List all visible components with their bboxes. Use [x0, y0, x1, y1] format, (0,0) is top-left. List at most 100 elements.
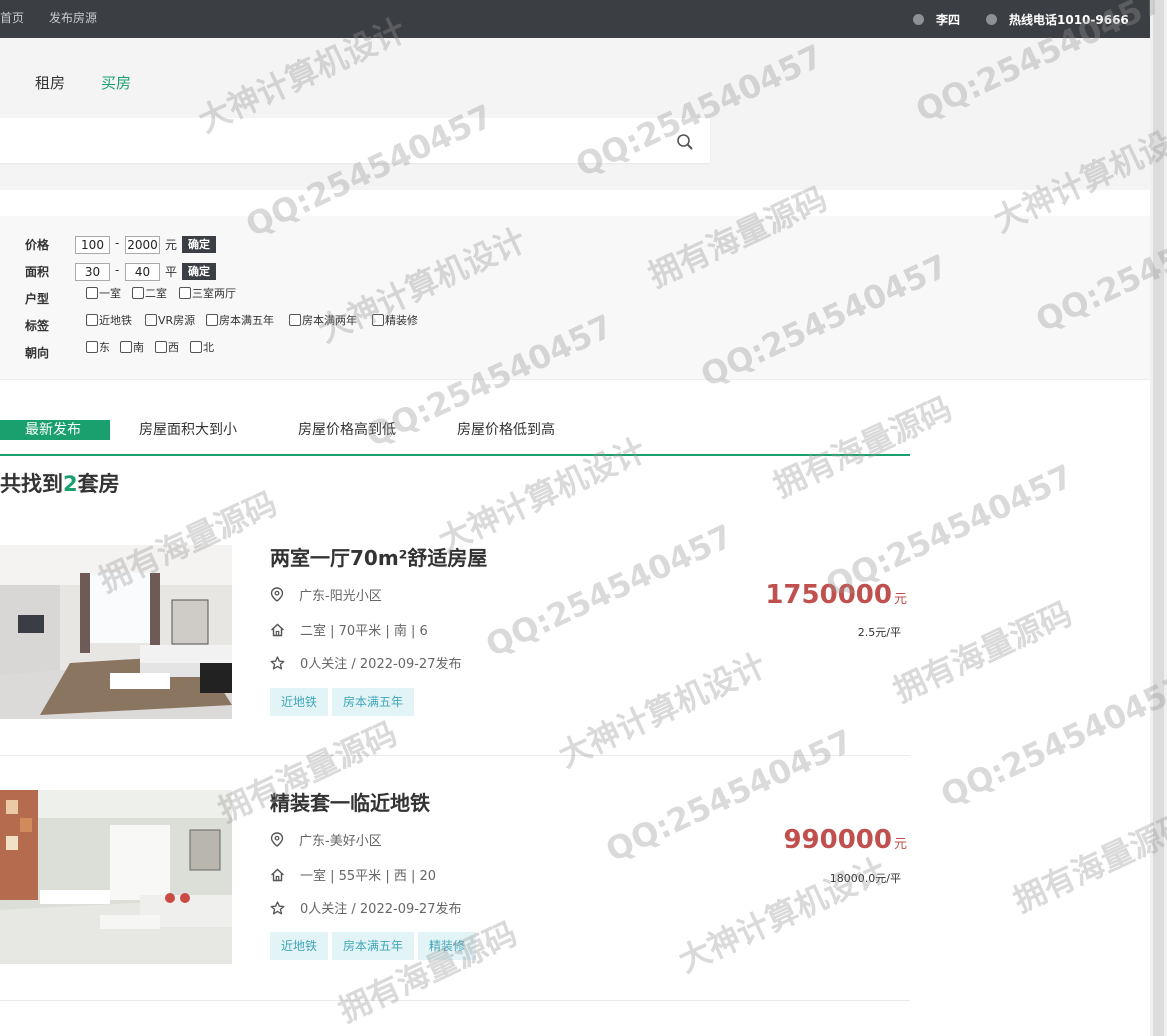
option-label: 房本满两年	[302, 314, 357, 327]
range-separator: -	[115, 263, 120, 277]
checkbox[interactable]	[179, 287, 191, 299]
tag-option[interactable]: 精装修	[372, 312, 418, 328]
sort-tab-area-desc[interactable]: 房屋面积大到小	[139, 420, 237, 440]
sort-tab-latest[interactable]: 最新发布	[0, 420, 110, 440]
listing-photo[interactable]	[0, 545, 232, 719]
tag-badge: 房本满五年	[332, 932, 415, 960]
listing-details: 二室 | 70平米 | 南 | 6	[270, 620, 428, 639]
orientation-option[interactable]: 南	[120, 339, 144, 355]
tag-badge: 房本满五年	[332, 688, 415, 716]
sort-tab-price-desc[interactable]: 房屋价格高到低	[298, 420, 396, 440]
result-number: 2	[63, 472, 78, 496]
checkbox[interactable]	[206, 314, 218, 326]
meta-text: 0人关注 / 2022-09-27发布	[300, 657, 462, 672]
search-icon[interactable]	[676, 133, 694, 151]
search-input[interactable]	[12, 126, 636, 156]
user-icon	[913, 13, 924, 25]
price-value: 1750000	[765, 580, 892, 610]
checkbox[interactable]	[86, 341, 98, 353]
option-label: 房本满五年	[219, 314, 274, 327]
listing-tags: 近地铁 房本满五年 精装修	[270, 932, 477, 960]
area-unit: 平	[165, 265, 178, 279]
price-min-input[interactable]: 100	[75, 236, 110, 254]
checkbox[interactable]	[372, 314, 384, 326]
price-value: 990000	[783, 825, 892, 855]
filter-layout-label: 户型	[25, 292, 50, 306]
option-label: 北	[203, 341, 214, 354]
area-confirm-button[interactable]: 确定	[182, 263, 216, 280]
checkbox[interactable]	[86, 314, 98, 326]
star-icon	[270, 900, 285, 914]
range-separator: -	[115, 236, 120, 250]
tag-badge: 近地铁	[270, 932, 329, 960]
search-hero	[0, 38, 1150, 190]
tag-option[interactable]: VR房源	[145, 312, 195, 328]
user-menu[interactable]: 李四	[913, 0, 960, 38]
result-prefix: 共找到	[0, 472, 63, 496]
tag-option[interactable]: 近地铁	[86, 312, 132, 328]
tab-rent[interactable]: 租房	[35, 72, 65, 93]
checkbox[interactable]	[120, 341, 132, 353]
user-name: 李四	[936, 12, 961, 27]
option-label: 西	[168, 341, 179, 354]
nav-home-link[interactable]: 首页	[0, 0, 24, 38]
checkbox[interactable]	[145, 314, 157, 326]
page-scrollbar[interactable]	[1150, 0, 1167, 1036]
listing-title[interactable]: 两室一厅70m²舒适房屋	[270, 542, 487, 571]
filter-price-label: 价格	[25, 238, 50, 252]
tag-option[interactable]: 房本满两年	[289, 312, 357, 328]
scrollbar-thumb[interactable]	[1153, 0, 1164, 1036]
checkbox[interactable]	[132, 287, 144, 299]
option-label: 三室两厅	[192, 287, 236, 300]
price-currency: 元	[893, 592, 907, 607]
phone-icon	[986, 13, 997, 25]
watermark-text: 拥有海量源码	[887, 594, 1078, 710]
orientation-option[interactable]: 东	[86, 339, 110, 355]
option-label: 近地铁	[99, 314, 132, 327]
sort-tab-price-asc[interactable]: 房屋价格低到高	[457, 420, 555, 440]
star-icon	[270, 655, 285, 669]
price-unit: 元	[165, 238, 178, 252]
option-label: 一室	[99, 287, 121, 300]
price-max-input[interactable]: 2000	[125, 236, 160, 254]
layout-option[interactable]: 二室	[132, 285, 167, 301]
listing-price: 990000 元	[783, 825, 907, 855]
area-max-input[interactable]: 40	[125, 263, 160, 281]
listing-title[interactable]: 精装套一临近地铁	[270, 787, 430, 816]
house-icon	[271, 623, 284, 636]
checkbox[interactable]	[155, 341, 167, 353]
filter-tags-label: 标签	[25, 319, 50, 333]
hotline: 热线电话1010-9666	[986, 0, 1129, 38]
option-label: 东	[99, 341, 110, 354]
location-text: 广东-阳光小区	[299, 589, 382, 604]
listing-price: 1750000 元	[765, 580, 907, 610]
option-label: 精装修	[385, 314, 418, 327]
checkbox[interactable]	[190, 341, 202, 353]
option-label: 南	[133, 341, 144, 354]
layout-option[interactable]: 一室	[86, 285, 121, 301]
nav-publish-link[interactable]: 发布房源	[49, 0, 97, 38]
result-count: 共找到2套房	[0, 468, 120, 498]
orientation-option[interactable]: 西	[155, 339, 179, 355]
listing-location: 广东-美好小区	[270, 830, 382, 849]
top-bar: 首页 发布房源 李四 热线电话1010-9666	[0, 0, 1150, 38]
sort-tabs: 最新发布 房屋面积大到小 房屋价格高到低 房屋价格低到高	[0, 418, 910, 456]
listing-photo[interactable]	[0, 790, 232, 964]
filter-orientation-label: 朝向	[25, 346, 50, 360]
tag-option[interactable]: 房本满五年	[206, 312, 274, 328]
area-min-input[interactable]: 30	[75, 263, 110, 281]
listing-details: 一室 | 55平米 | 西 | 20	[270, 865, 436, 884]
checkbox[interactable]	[289, 314, 301, 326]
checkbox[interactable]	[86, 287, 98, 299]
watermark-text: QQ:254540457	[935, 666, 1167, 815]
tab-buy[interactable]: 买房	[101, 72, 131, 93]
option-label: 二室	[145, 287, 167, 300]
listing-unit-price: 18000.0元/平	[829, 872, 901, 885]
orientation-option[interactable]: 北	[190, 339, 214, 355]
listing-card[interactable]: 精装套一临近地铁 广东-美好小区 一室 | 55平米 | 西 | 20 0人关注…	[0, 755, 910, 1001]
listing-card[interactable]: 两室一厅70m²舒适房屋 广东-阳光小区 二室 | 70平米 | 南 | 6 0…	[0, 510, 910, 756]
price-confirm-button[interactable]: 确定	[182, 236, 216, 253]
location-pin-icon	[270, 587, 284, 602]
option-label: VR房源	[158, 314, 196, 327]
layout-option[interactable]: 三室两厅	[179, 285, 236, 301]
